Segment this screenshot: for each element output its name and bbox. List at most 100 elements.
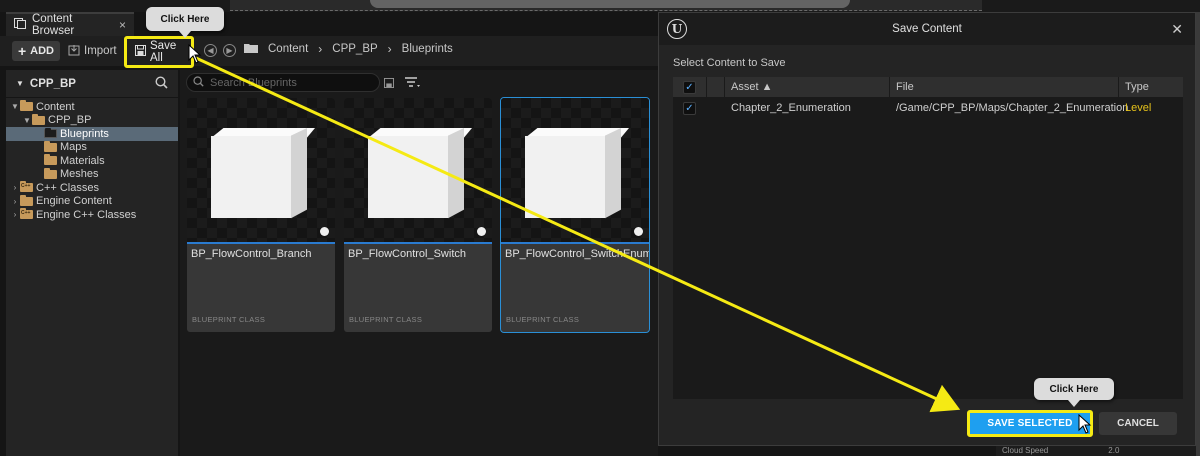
tab-label: Content Browser xyxy=(32,13,75,37)
folder-icon xyxy=(32,113,45,125)
plus-icon: + xyxy=(17,43,27,59)
breadcrumb-item-content[interactable]: Content xyxy=(268,43,308,55)
table-row[interactable]: ✓ Chapter_2_Enumeration /Game/CPP_BP/Map… xyxy=(673,97,1183,119)
status-dot-icon xyxy=(320,227,329,236)
tree-item-engine-c-classes[interactable]: › Engine C++ Classes xyxy=(6,208,178,222)
unreal-logo-icon: U xyxy=(667,19,687,39)
asset-view: Search Blueprints BP_FlowControl_Branch B… xyxy=(180,70,658,456)
viewport-preview xyxy=(230,0,982,11)
tree-item-label: Materials xyxy=(60,154,105,167)
folder-icon xyxy=(20,181,33,193)
save-all-label: Save All xyxy=(150,40,177,64)
chevron-down-icon[interactable]: ▼ xyxy=(10,102,20,111)
tree-item-materials[interactable]: Materials xyxy=(6,154,178,168)
asset-class: BLUEPRINT CLASS xyxy=(192,315,266,324)
chevron-right-icon[interactable]: › xyxy=(10,183,20,192)
cancel-button[interactable]: CANCEL xyxy=(1099,412,1177,435)
status-dot-icon xyxy=(477,227,486,236)
details-panel-row: Cloud Speed 2.0 xyxy=(996,446,1196,456)
tree-item-label: Engine C++ Classes xyxy=(36,208,137,221)
folder-tree: ▼ Content ▼ CPP_BP Blueprints Maps Materials Me… xyxy=(6,98,178,222)
tree-item-content[interactable]: ▼ Content xyxy=(6,100,178,114)
asset-tile[interactable]: BP_FlowControl_Branch BLUEPRINT CLASS xyxy=(187,98,335,332)
forward-arrow-icon[interactable]: ▶ xyxy=(223,44,236,57)
folder-icon xyxy=(20,208,33,220)
asset-thumbnail xyxy=(501,98,649,244)
details-panel-edge xyxy=(1196,12,1200,456)
row-asset: Chapter_2_Enumeration xyxy=(731,102,851,114)
import-button[interactable]: Import xyxy=(68,41,117,61)
asset-name: BP_FlowControl_SwitchEnum xyxy=(505,248,649,260)
asset-class: BLUEPRINT CLASS xyxy=(349,315,423,324)
content-browser-icon xyxy=(14,18,26,32)
save-all-button[interactable]: Save All xyxy=(124,36,194,68)
dialog-title: Save Content xyxy=(892,23,962,35)
sources-header[interactable]: ▼ CPP_BP xyxy=(6,70,178,98)
breadcrumb-item-cpp-bp[interactable]: CPP_BP xyxy=(332,43,377,55)
search-icon[interactable] xyxy=(155,75,168,92)
add-label: ADD xyxy=(30,45,55,57)
details-label: Cloud Speed xyxy=(1002,446,1049,455)
chevron-right-icon[interactable]: › xyxy=(10,197,20,206)
dialog-title-bar: U Save Content ✕ xyxy=(659,13,1195,45)
sources-panel: ▼ CPP_BP ▼ Content ▼ CPP_BP Blueprints Maps Ma… xyxy=(6,70,178,456)
row-checkbox[interactable]: ✓ xyxy=(683,101,696,115)
tab-bar: Content Browser × xyxy=(0,12,660,37)
mouse-cursor-icon xyxy=(188,44,202,64)
chevron-right-icon: › xyxy=(387,42,392,56)
cube-side xyxy=(448,128,464,219)
asset-class: BLUEPRINT CLASS xyxy=(506,315,580,324)
chevron-down-icon: ▼ xyxy=(16,79,24,88)
row-checkbox-cell: ✓ xyxy=(673,101,707,115)
sources-title: CPP_BP xyxy=(29,77,76,90)
chevron-down-icon[interactable]: ▼ xyxy=(22,116,32,125)
cube-front xyxy=(211,136,291,218)
tree-item-blueprints[interactable]: Blueprints xyxy=(6,127,178,141)
back-arrow-icon[interactable]: ◀ xyxy=(204,44,217,57)
cube-side xyxy=(605,128,621,219)
tree-item-label: Blueprints xyxy=(60,127,109,140)
tree-item-label: Meshes xyxy=(60,168,99,181)
tree-item-label: C++ Classes xyxy=(36,181,99,194)
content-table: ✓ Asset ▲ File Type ✓ Chapter_2_Enumerat… xyxy=(673,77,1183,399)
search-placeholder: Search Blueprints xyxy=(210,76,297,89)
close-icon[interactable]: × xyxy=(119,18,126,32)
folder-icon xyxy=(20,194,33,206)
folder-icon xyxy=(44,128,57,139)
tree-item-cpp-bp[interactable]: ▼ CPP_BP xyxy=(6,113,178,128)
column-file[interactable]: File xyxy=(890,77,1119,97)
search-input[interactable]: Search Blueprints xyxy=(186,73,380,92)
add-button[interactable]: + ADD xyxy=(12,41,60,61)
tree-item-engine-content[interactable]: › Engine Content xyxy=(6,194,178,209)
tab-content-browser[interactable]: Content Browser × xyxy=(6,12,134,37)
tree-item-meshes[interactable]: Meshes xyxy=(6,167,178,182)
table-header: ✓ Asset ▲ File Type xyxy=(673,77,1183,97)
save-content-dialog: U Save Content ✕ Select Content to Save … xyxy=(658,12,1196,446)
tree-item-maps[interactable]: Maps xyxy=(6,140,178,155)
folder-icon xyxy=(44,167,57,179)
import-icon xyxy=(68,44,80,59)
column-asset[interactable]: Asset ▲ xyxy=(725,77,890,97)
save-icon xyxy=(135,45,146,59)
tree-item-c-classes[interactable]: › C++ Classes xyxy=(6,181,178,195)
asset-tile[interactable]: BP_FlowControl_Switch BLUEPRINT CLASS xyxy=(344,98,492,332)
filter-icon[interactable] xyxy=(404,76,420,91)
dialog-subtitle: Select Content to Save xyxy=(673,57,786,69)
history-nav: ◀ ▶ xyxy=(204,44,236,57)
close-icon[interactable]: ✕ xyxy=(1171,21,1183,38)
cube-front xyxy=(368,136,448,218)
breadcrumb-item-blueprints[interactable]: Blueprints xyxy=(402,43,453,55)
asset-name: BP_FlowControl_Switch xyxy=(348,248,466,260)
asset-tile[interactable]: BP_FlowControl_SwitchEnum BLUEPRINT CLASS xyxy=(500,97,650,333)
details-value[interactable]: 2.0 xyxy=(1108,446,1119,456)
column-type[interactable]: Type xyxy=(1119,77,1183,97)
header-checkbox-cell: ✓ xyxy=(673,77,707,97)
asset-thumbnail xyxy=(187,98,335,244)
save-selected-button[interactable]: SAVE SELECTED xyxy=(967,410,1093,437)
mouse-cursor-icon xyxy=(1078,414,1092,434)
header-spacer xyxy=(707,77,725,97)
select-all-checkbox[interactable]: ✓ xyxy=(683,80,696,94)
save-search-icon[interactable] xyxy=(384,77,394,91)
chevron-right-icon[interactable]: › xyxy=(10,210,20,219)
tree-item-label: Maps xyxy=(60,141,87,154)
